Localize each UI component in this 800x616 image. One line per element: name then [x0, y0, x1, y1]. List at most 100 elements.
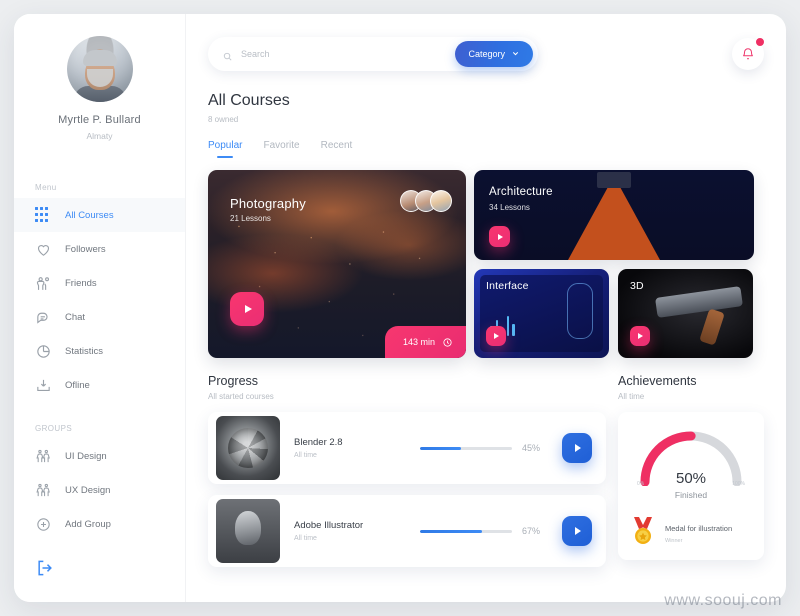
- play-button[interactable]: [630, 326, 650, 346]
- tab-bar: Popular Favorite Recent: [208, 140, 764, 158]
- sidebar-item-label: All Courses: [65, 209, 114, 221]
- sidebar-item-label: Chat: [65, 311, 86, 323]
- play-button[interactable]: [562, 516, 592, 546]
- progress-bar-wrap: 45%: [420, 443, 548, 453]
- progress-bar-wrap: 67%: [420, 526, 548, 536]
- grid-icon: [35, 206, 52, 224]
- achievement-name: Medal for illustration: [665, 524, 733, 533]
- page-subtitle: 8 owned: [208, 115, 239, 124]
- progress-sub: All time: [294, 535, 317, 542]
- clock-icon: [442, 337, 453, 348]
- chevron-down-icon: [511, 49, 520, 60]
- main-content: Category All Courses 8 owned Popular: [186, 14, 786, 602]
- sidebar-item-all-courses[interactable]: All Courses: [14, 198, 185, 232]
- bell-icon: [743, 48, 753, 60]
- menu-section-label: Menu: [35, 183, 57, 192]
- play-icon: [638, 333, 644, 339]
- play-button[interactable]: [230, 292, 264, 326]
- progress-row[interactable]: Blender 2.8 All time 45%: [208, 412, 606, 484]
- course-thumbnail: [216, 499, 280, 563]
- gauge-caption: Finished: [674, 490, 708, 500]
- sidebar-item-friends[interactable]: Friends: [14, 266, 185, 300]
- profile-block: Myrtle P. Bullard Almaty: [14, 14, 185, 141]
- tab-popular[interactable]: Popular: [208, 140, 242, 158]
- friends-icon: [35, 275, 52, 292]
- course-card-grid: Photography 21 Lessons 143 min Architect…: [208, 170, 764, 358]
- achievements-card: 0% 100% 50% Finished Medal for illustrat…: [618, 412, 764, 560]
- course-lessons: 21 Lessons: [230, 214, 271, 223]
- play-icon: [575, 527, 581, 535]
- sidebar-item-label: Add Group: [65, 518, 111, 530]
- tower-shape: [568, 176, 660, 260]
- gauge-min-label: 0%: [637, 481, 645, 487]
- notifications-button[interactable]: [732, 37, 765, 70]
- sidebar-item-label: Statistics: [65, 345, 104, 357]
- progress-row[interactable]: Adobe Illustrator All time 67%: [208, 495, 606, 567]
- tab-favorite[interactable]: Favorite: [263, 140, 299, 158]
- avatar: [66, 36, 133, 102]
- lower-section: Progress All started courses Blender 2.8…: [208, 374, 764, 567]
- logout-icon[interactable]: [35, 558, 55, 578]
- sidebar-item-ui-design[interactable]: UI Design: [14, 439, 185, 473]
- participant-avatars: [400, 190, 452, 212]
- plus-circle-icon: [35, 516, 52, 533]
- course-card-interface[interactable]: Interface: [474, 269, 609, 358]
- course-title: Photography: [230, 196, 306, 211]
- sidebar-item-chat[interactable]: Chat: [14, 300, 185, 334]
- achievement-text: Medal for illustration Winner: [665, 518, 732, 544]
- course-card-architecture[interactable]: Architecture 34 Lessons: [474, 170, 754, 260]
- search-icon: [222, 49, 233, 60]
- tower-top-shape: [597, 172, 631, 188]
- play-button[interactable]: [489, 226, 510, 247]
- profile-name: Myrtle P. Bullard: [58, 114, 141, 126]
- course-card-3d[interactable]: 3D: [618, 269, 753, 358]
- course-card-photography[interactable]: Photography 21 Lessons 143 min: [208, 170, 466, 358]
- tab-recent[interactable]: Recent: [321, 140, 353, 158]
- car-outline-shape: [567, 283, 593, 339]
- play-button[interactable]: [486, 326, 506, 346]
- groups-section-label: GROUPS: [35, 424, 73, 433]
- topbar: Category: [208, 36, 765, 72]
- sidebar-item-add-group[interactable]: Add Group: [14, 507, 185, 541]
- progress-section: Progress All started courses Blender 2.8…: [208, 374, 606, 567]
- group-icon: [35, 482, 52, 499]
- sidebar-item-label: Followers: [65, 243, 106, 255]
- course-title: Architecture: [489, 186, 553, 198]
- achievements-title: Achievements: [618, 374, 697, 388]
- revolver-shape: [654, 286, 743, 319]
- course-thumbnail: [216, 416, 280, 480]
- play-button[interactable]: [562, 433, 592, 463]
- progress-bar: [420, 446, 512, 450]
- sidebar: Myrtle P. Bullard Almaty Menu All Course…: [14, 14, 186, 602]
- progress-info: Blender 2.8 All time: [294, 437, 406, 459]
- sidebar-item-followers[interactable]: Followers: [14, 232, 185, 266]
- sidebar-item-label: Ofline: [65, 379, 90, 391]
- progress-info: Adobe Illustrator All time: [294, 520, 406, 542]
- achievement-item[interactable]: Medal for illustration Winner: [628, 512, 754, 550]
- achievements-subtitle: All time: [618, 392, 645, 401]
- progress-subtitle: All started courses: [208, 392, 274, 401]
- achievement-sub: Winner: [665, 538, 683, 544]
- profile-city: Almaty: [86, 131, 113, 141]
- medal-icon: [630, 516, 656, 546]
- achievements-section: Achievements All time 0% 100% 50% Finish…: [618, 374, 764, 567]
- pie-chart-icon: [35, 343, 52, 360]
- avatar-hair: [82, 49, 117, 66]
- category-button[interactable]: Category: [455, 41, 533, 67]
- sidebar-item-statistics[interactable]: Statistics: [14, 334, 185, 368]
- search-bar[interactable]: Category: [208, 37, 538, 71]
- progress-percent: 45%: [522, 443, 541, 453]
- progress-name: Blender 2.8: [294, 437, 343, 448]
- download-icon: [35, 377, 52, 394]
- course-title: 3D: [630, 280, 644, 292]
- chat-icon: [35, 309, 52, 326]
- sidebar-item-ux-design[interactable]: UX Design: [14, 473, 185, 507]
- play-icon: [244, 305, 252, 313]
- heart-icon: [35, 241, 52, 258]
- sidebar-item-label: Friends: [65, 277, 97, 289]
- dashboard-window: Myrtle P. Bullard Almaty Menu All Course…: [14, 14, 786, 602]
- sidebar-item-ofline[interactable]: Ofline: [14, 368, 185, 402]
- course-lessons: 34 Lessons: [489, 203, 530, 212]
- group-icon: [35, 448, 52, 465]
- page-title: All Courses: [208, 92, 290, 109]
